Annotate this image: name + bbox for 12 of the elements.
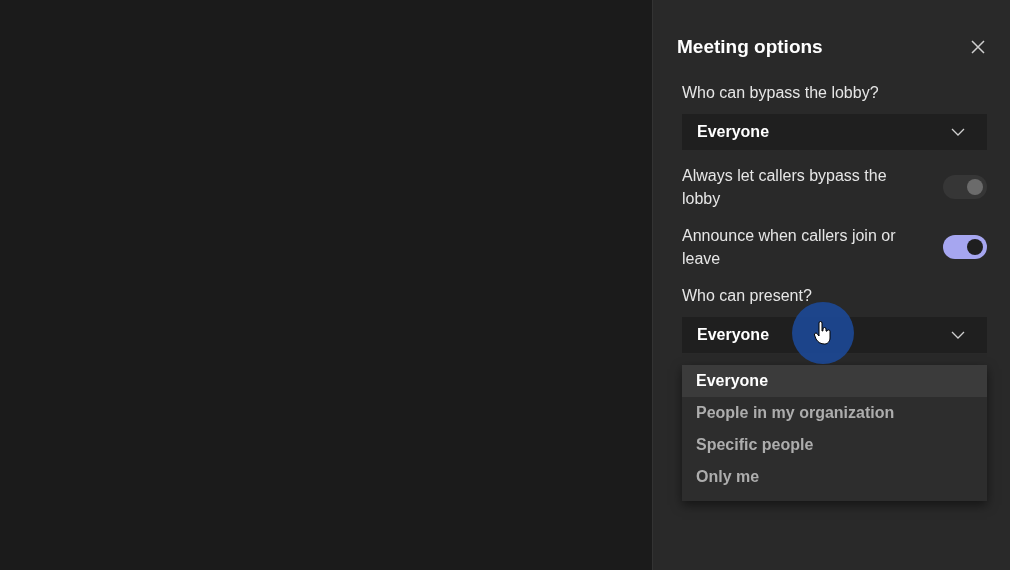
chevron-down-icon	[951, 127, 965, 136]
dropdown[interactable]: Everyone	[682, 113, 987, 150]
menu-item[interactable]: Only me	[682, 460, 987, 493]
menu-item[interactable]: Everyone	[682, 364, 987, 397]
option-label: Who can bypass the lobby?	[682, 82, 880, 103]
menu-item[interactable]: People in my organization	[682, 396, 987, 429]
option-label: Who can present?	[682, 285, 813, 306]
option-label: Always let callers bypass the lobby	[682, 165, 888, 209]
option-label: Announce when callers join or leave	[682, 225, 897, 269]
menu-item[interactable]: Specific people	[682, 428, 987, 461]
toggle-switch[interactable]	[943, 234, 987, 259]
panel-title: Meeting options	[677, 36, 823, 59]
